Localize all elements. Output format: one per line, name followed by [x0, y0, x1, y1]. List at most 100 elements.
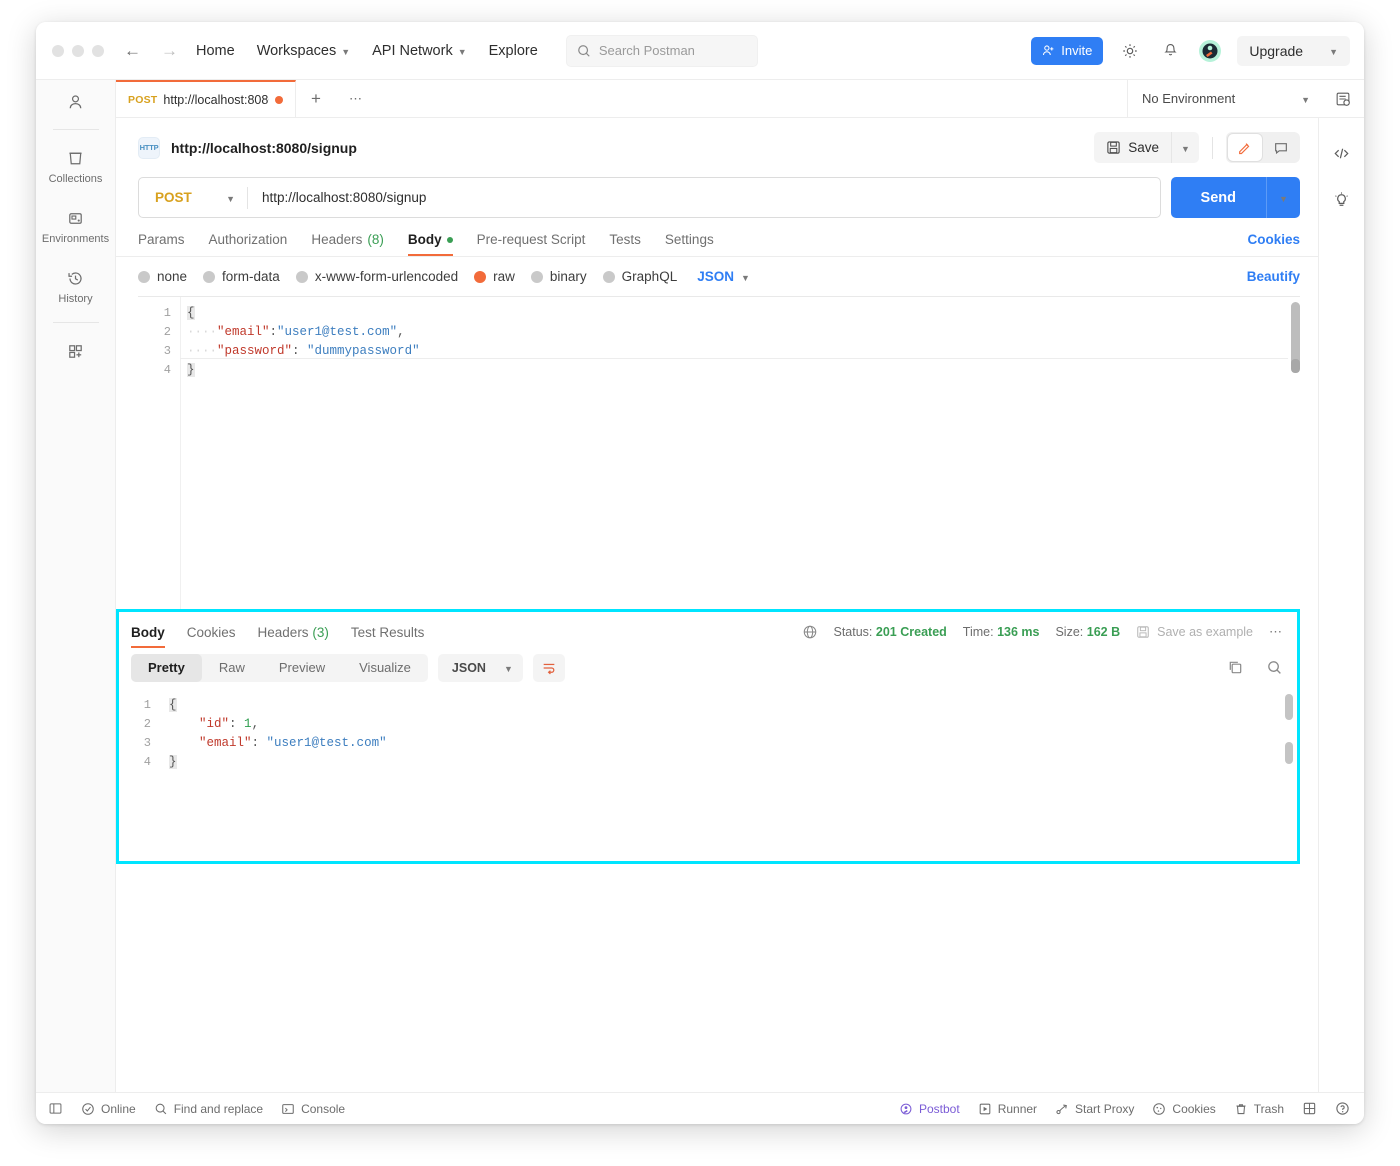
search-input[interactable]: Search Postman — [565, 34, 758, 67]
response-tab-test-results[interactable]: Test Results — [351, 625, 425, 648]
send-options-button[interactable]: ▼ — [1266, 177, 1300, 218]
search-placeholder: Search Postman — [598, 43, 695, 58]
tab-strip-right: No Environment ▼ — [1127, 80, 1364, 117]
upgrade-button[interactable]: Upgrade ▼ — [1237, 35, 1350, 66]
tab-headers[interactable]: Headers (8) — [311, 232, 384, 256]
response-tab-headers-label: Headers — [257, 624, 309, 640]
tab-pre-request-script[interactable]: Pre-request Script — [477, 232, 586, 256]
zoom-window-button[interactable] — [92, 44, 104, 57]
page-title: http://localhost:8080/signup — [171, 139, 357, 156]
sidebar-toggle-button[interactable] — [48, 1101, 63, 1116]
wrap-lines-button[interactable] — [532, 653, 565, 682]
find-and-replace-button[interactable]: Find and replace — [154, 1102, 263, 1116]
environment-selector[interactable]: No Environment ▼ — [1127, 80, 1322, 117]
http-method-selector[interactable]: POST ▼ — [139, 178, 247, 217]
body-type-none[interactable]: none — [138, 269, 187, 284]
chevron-down-icon: ▼ — [1181, 143, 1190, 154]
invite-button[interactable]: Invite — [1031, 36, 1104, 65]
copy-response-button[interactable] — [1227, 659, 1244, 676]
edit-mode-button[interactable] — [1228, 134, 1262, 161]
console-icon — [282, 1103, 294, 1114]
request-body-editor[interactable]: 1234 { ····"email":"user1@test.com", ···… — [138, 296, 1300, 609]
code-colon: : — [292, 344, 308, 358]
body-type-urlencoded[interactable]: x-www-form-urlencoded — [295, 269, 458, 284]
console-button[interactable]: Console — [281, 1102, 345, 1116]
tab-body[interactable]: Body — [407, 232, 453, 256]
body-type-raw[interactable]: raw — [474, 269, 515, 284]
sidebar-divider — [52, 322, 99, 323]
start-proxy-button[interactable]: Start Proxy — [1055, 1102, 1134, 1116]
nav-workspaces[interactable]: Workspaces ▼ — [257, 43, 350, 59]
response-view-preview[interactable]: Preview — [262, 654, 342, 682]
response-tab-test-results-label: Test Results — [350, 624, 425, 640]
body-type-binary[interactable]: binary — [530, 269, 587, 284]
editor-scrollbar-thumb[interactable] — [1291, 359, 1300, 373]
arrow-right-icon[interactable]: → — [161, 42, 178, 59]
body-type-graphql[interactable]: GraphQL — [602, 269, 677, 284]
response-options-button[interactable]: ⋯ — [1269, 624, 1283, 640]
tab-options-button[interactable]: ⋯ — [336, 80, 376, 117]
code-value-email: "user1@test.com" — [277, 325, 398, 339]
response-view-visualize[interactable]: Visualize — [342, 654, 428, 682]
response-view-raw[interactable]: Raw — [202, 654, 262, 682]
response-format-selector[interactable]: JSON ▼ — [437, 653, 523, 682]
cookies-link[interactable]: Cookies — [1247, 232, 1300, 256]
sidebar-item-environments[interactable]: Environments — [36, 196, 115, 256]
documentation-button[interactable] — [1332, 191, 1351, 210]
save-button[interactable]: Save — [1094, 132, 1171, 163]
sidebar-item-profile[interactable] — [36, 80, 115, 123]
response-tab-cookies[interactable]: Cookies — [187, 625, 236, 648]
url-input[interactable] — [248, 190, 1160, 205]
help-button[interactable] — [1335, 1101, 1350, 1116]
code-snippet-button[interactable] — [1332, 144, 1351, 163]
tab-settings[interactable]: Settings — [665, 232, 714, 256]
search-response-button[interactable] — [1266, 659, 1283, 676]
response-scrollbar-thumb-2[interactable] — [1285, 741, 1293, 764]
environment-quicklook-button[interactable] — [1322, 90, 1364, 108]
request-and-rail: HTTP http://localhost:8080/signup Save ▼ — [116, 118, 1364, 1092]
send-button[interactable]: Send — [1170, 177, 1266, 218]
nav-api-network-label: API Network — [372, 42, 453, 59]
trash-button[interactable]: Trash — [1234, 1102, 1284, 1116]
layout-button[interactable] — [1302, 1101, 1317, 1116]
radio-icon — [530, 270, 543, 283]
response-tab-body[interactable]: Body — [131, 625, 165, 648]
postbot-button[interactable]: Postbot — [899, 1102, 960, 1116]
notifications-button[interactable] — [1157, 38, 1183, 64]
sidebar-item-history[interactable]: History — [36, 256, 115, 316]
response-tab-body-label: Body — [131, 624, 165, 640]
settings-button[interactable] — [1117, 38, 1143, 64]
request-body-code[interactable]: { ····"email":"user1@test.com", ····"pas… — [180, 297, 1300, 609]
nav-api-network[interactable]: API Network ▼ — [372, 43, 467, 59]
runner-button[interactable]: Runner — [978, 1102, 1037, 1116]
beautify-link[interactable]: Beautify — [1247, 269, 1300, 284]
response-tab-headers[interactable]: Headers (3) — [258, 625, 329, 648]
nav-home[interactable]: Home — [196, 43, 235, 59]
chevron-down-icon: ▼ — [457, 46, 467, 57]
sidebar-item-new-module[interactable] — [36, 329, 115, 372]
tab-params[interactable]: Params — [138, 232, 185, 256]
response-scrollbar-thumb[interactable] — [1285, 693, 1293, 720]
chevron-down-icon: ▼ — [740, 272, 750, 283]
new-tab-button[interactable]: + — [296, 80, 336, 117]
sidebar-item-collections[interactable]: Collections — [36, 136, 115, 196]
tab-tests[interactable]: Tests — [609, 232, 641, 256]
save-as-example-button[interactable]: Save as example — [1136, 625, 1253, 639]
arrow-left-icon[interactable]: ← — [124, 42, 141, 59]
online-status[interactable]: Online — [81, 1102, 136, 1116]
close-window-button[interactable] — [52, 44, 64, 57]
nav-explore[interactable]: Explore — [489, 43, 538, 59]
tab-headers-label: Headers — [311, 232, 363, 247]
body-type-form-data[interactable]: form-data — [203, 269, 280, 284]
comment-button[interactable] — [1264, 134, 1298, 161]
minimize-window-button[interactable] — [72, 44, 84, 57]
environment-value: No Environment — [1142, 91, 1236, 106]
response-body-editor[interactable]: 1 2 3 4 { "id": 1, "email": "user1@test.com… — [119, 690, 1297, 861]
response-view-pretty[interactable]: Pretty — [131, 653, 202, 682]
tab-authorization[interactable]: Authorization — [209, 232, 288, 256]
account-avatar[interactable] — [1197, 38, 1223, 64]
cookies-button[interactable]: Cookies — [1152, 1102, 1216, 1116]
save-options-button[interactable]: ▼ — [1171, 132, 1199, 163]
body-format-selector[interactable]: JSON ▼ — [697, 269, 750, 284]
request-tab[interactable]: POST http://localhost:8080/ — [116, 80, 296, 117]
